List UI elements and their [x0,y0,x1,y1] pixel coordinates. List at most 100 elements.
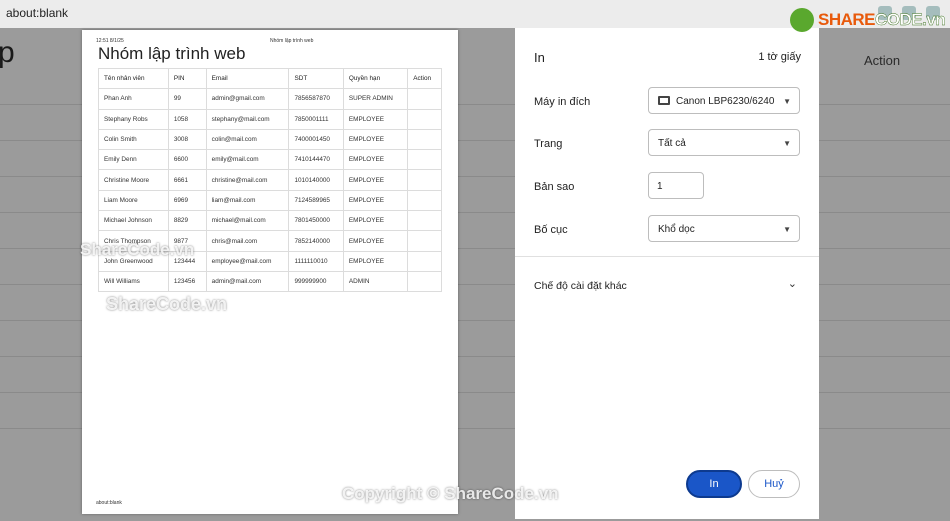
pages-value: Tất cả [658,138,686,149]
table-cell: EMPLOYEE [342,108,409,130]
destination-label: Máy in đích [534,96,591,108]
table-cell [407,149,442,171]
table-cell: emily@mail.com [205,149,290,171]
column-header: Quyền hạn [342,67,409,90]
table-cell: Liam Moore [98,189,169,212]
table-cell: 6969 [167,189,207,212]
sheet-title: Nhóm lập trình web [98,44,246,63]
table-cell [407,210,442,232]
table-cell: SUPER ADMIN [342,88,409,110]
sharecode-logo-icon [790,8,814,32]
pages-label: Trang [534,138,563,150]
table-cell: employee@mail.com [205,250,290,272]
table-cell: Phan Anh [98,88,169,110]
sharecode-logo: SHARECODE.vn [790,8,946,32]
column-header: PIN [167,67,207,90]
chevron-down-icon: ▼ [783,139,791,148]
table-cell: 7850001111 [288,108,344,130]
table-cell: EMPLOYEE [342,128,409,151]
copies-label: Bản sao [534,181,575,193]
table-cell: ADMIN [342,270,409,293]
more-settings-toggle[interactable]: Chế độ cài đặt khác [534,280,627,292]
cancel-button[interactable]: Huỷ [748,470,800,498]
table-cell: 7856587870 [288,88,344,110]
column-header: SDT [288,67,344,90]
column-header: Action [407,67,442,90]
table-cell: EMPLOYEE [342,189,409,212]
destination-select[interactable]: Canon LBP6230/6240 ▼ [648,87,800,114]
table-cell [407,230,442,252]
table-cell [407,250,442,272]
copyright-watermark: Copyright © ShareCode.vn [342,484,559,503]
table-row: Emily Denn 6600 emily@mail.com 7410144470 EM… [98,149,442,171]
table-cell: 123456 [167,270,207,293]
sharecode-logo-text: SHARECODE.vn [818,10,946,29]
table-cell [407,270,442,293]
table-cell: 7410144470 [288,149,344,171]
sheet-footer-url: about:blank [96,500,122,506]
table-row: Colin Smith 3008 colin@mail.com 7400001450 E… [98,128,442,151]
table-cell: 99 [167,88,207,110]
print-preview-sheet: 12:51 8/1/25 Nhóm lập trình web Nhóm lập… [82,30,458,514]
print-settings-panel: In 1 tờ giấy Máy in đích Canon LBP6230/6… [515,28,819,519]
background-title-fragment: p [0,36,15,69]
table-row: Stephany Robs 1058 stephany@mail.com 785000… [98,108,442,130]
table-cell: 3008 [167,128,207,151]
layout-label: Bố cục [534,224,568,236]
table-cell: 7124589965 [288,189,344,212]
table-cell: 1010140000 [288,169,344,191]
chevron-down-icon[interactable]: ⌄ [788,277,797,290]
table-cell: 6600 [167,149,207,171]
table-cell: Colin Smith [98,128,169,151]
table-cell: Emily Denn [98,149,169,171]
table-cell: 1058 [167,108,207,130]
table-cell: liam@mail.com [205,189,290,212]
address-text[interactable]: about:blank [6,6,68,20]
table-cell [407,88,442,110]
table-header-row: Tên nhân viên PIN Email SDT Quyền hạn Ac… [98,67,442,90]
table-cell: EMPLOYEE [342,210,409,232]
table-cell: EMPLOYEE [342,250,409,272]
table-cell [407,169,442,191]
layout-value: Khổ dọc [658,224,695,235]
copies-input[interactable]: 1 [648,172,704,199]
table-cell: Michael Johnson [98,210,169,232]
panel-title: In [534,50,545,65]
table-cell: 1111110010 [288,250,344,272]
table-cell: chris@mail.com [205,230,290,252]
printer-icon [658,96,670,105]
sheet-count: 1 tờ giấy [758,51,801,63]
table-row: Michael Johnson 8829 michael@mail.com 78014… [98,210,442,232]
table-cell [407,189,442,212]
table-cell [407,128,442,151]
table-cell: EMPLOYEE [342,149,409,171]
column-header: Email [205,67,290,90]
table-cell: 999999900 [288,270,344,293]
table-row: Will Williams 123456 admin@mail.com 9999999… [98,270,442,293]
table-cell: colin@mail.com [205,128,290,151]
table-cell: Will Williams [98,270,169,293]
watermark-text: ShareCode.vn [80,240,195,259]
table-cell: admin@mail.com [205,270,290,293]
column-header: Tên nhân viên [98,67,169,90]
layout-select[interactable]: Khổ dọc ▼ [648,215,800,242]
sheet-header-title: Nhóm lập trình web [270,38,314,44]
table-cell: EMPLOYEE [342,169,409,191]
chevron-down-icon: ▼ [783,225,791,234]
table-row: Christine Moore 6661 christine@mail.com 101… [98,169,442,191]
watermark-text: ShareCode.vn [106,294,228,314]
table-cell: 7801450000 [288,210,344,232]
table-cell: michael@mail.com [205,210,290,232]
chevron-down-icon: ▼ [783,97,791,106]
table-cell: EMPLOYEE [342,230,409,252]
table-cell: Christine Moore [98,169,169,191]
table-cell: 6661 [167,169,207,191]
table-row: Liam Moore 6969 liam@mail.com 7124589965 EMP… [98,189,442,212]
table-cell: christine@mail.com [205,169,290,191]
table-cell: admin@gmail.com [205,88,290,110]
print-button[interactable]: In [686,470,742,498]
pages-select[interactable]: Tất cả ▼ [648,129,800,156]
destination-value: Canon LBP6230/6240 [676,96,775,107]
table-row: Phan Anh 99 admin@gmail.com 7856587870 SUPER… [98,88,442,110]
table-cell: stephany@mail.com [205,108,290,130]
